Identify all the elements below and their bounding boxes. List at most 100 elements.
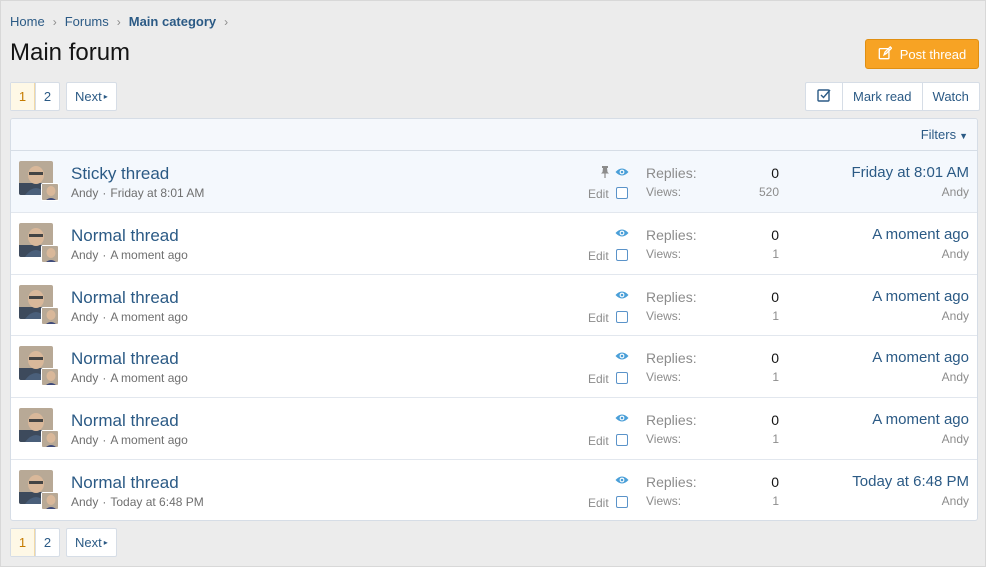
- page-2-link[interactable]: 2: [35, 83, 59, 110]
- thread-row: Normal thread Andy · A moment ago Edit Rep…: [11, 336, 977, 399]
- breadcrumb-home[interactable]: Home: [10, 14, 45, 29]
- breadcrumb-main-category[interactable]: Main category: [129, 14, 216, 29]
- last-post-date[interactable]: Friday at 8:01 AM: [851, 164, 969, 181]
- select-checkbox[interactable]: [616, 372, 628, 385]
- thread-author[interactable]: Andy: [71, 495, 98, 509]
- check-square-icon: [817, 88, 831, 105]
- thread-author[interactable]: Andy: [71, 186, 98, 200]
- page-title: Main forum: [10, 39, 131, 66]
- edit-link[interactable]: Edit: [588, 187, 609, 201]
- chevron-right-icon: ›: [224, 14, 229, 29]
- edit-link[interactable]: Edit: [588, 434, 609, 448]
- edit-link[interactable]: Edit: [588, 311, 609, 325]
- post-thread-label: Post thread: [899, 46, 967, 62]
- page-1-link[interactable]: 1: [11, 529, 35, 556]
- mark-read-button[interactable]: Mark read: [842, 83, 922, 110]
- avatar[interactable]: [19, 408, 59, 449]
- thread-title[interactable]: Normal thread: [71, 349, 179, 369]
- last-post-user[interactable]: Andy: [942, 370, 969, 384]
- edit-link[interactable]: Edit: [588, 249, 609, 263]
- last-post-user[interactable]: Andy: [942, 432, 969, 446]
- thread-start-date[interactable]: A moment ago: [110, 371, 187, 385]
- thread-meta: Andy · Today at 6:48 PM: [71, 495, 204, 509]
- replies-count: 0: [771, 350, 779, 367]
- thread-meta: Andy · Friday at 8:01 AM: [71, 186, 204, 200]
- views-count: 1: [772, 308, 779, 323]
- filters-label: Filters: [920, 127, 957, 142]
- breadcrumb-forums[interactable]: Forums: [65, 14, 109, 29]
- separator-dot: ·: [102, 186, 107, 200]
- last-poster-avatar: [41, 244, 59, 263]
- last-post-user[interactable]: Andy: [942, 494, 969, 508]
- last-post-user[interactable]: Andy: [942, 247, 969, 261]
- select-checkbox[interactable]: [616, 248, 628, 261]
- next-page-button[interactable]: Next ▸: [66, 82, 117, 111]
- eye-icon: [615, 167, 629, 177]
- thread-start-date[interactable]: Friday at 8:01 AM: [110, 186, 204, 200]
- filters-dropdown[interactable]: Filters ▼: [921, 127, 968, 142]
- thread-start-date[interactable]: A moment ago: [110, 248, 187, 262]
- avatar[interactable]: [19, 222, 59, 263]
- page-2-link[interactable]: 2: [35, 529, 59, 556]
- pin-icon: [600, 166, 610, 178]
- thread-status-icons: [615, 413, 629, 423]
- next-page-button[interactable]: Next ▸: [66, 528, 117, 557]
- separator-dot: ·: [102, 494, 107, 509]
- edit-link[interactable]: Edit: [588, 496, 609, 510]
- thread-author[interactable]: Andy: [71, 248, 98, 262]
- thread-author[interactable]: Andy: [71, 371, 98, 385]
- thread-row: Normal thread Andy · Today at 6:48 PM Edit…: [11, 460, 977, 520]
- last-post-date[interactable]: A moment ago: [872, 411, 969, 428]
- thread-meta: Andy · A moment ago: [71, 433, 188, 447]
- views-label: Views:: [646, 432, 682, 447]
- last-poster-avatar: [41, 306, 59, 325]
- select-checkbox[interactable]: [616, 495, 628, 508]
- replies-label: Replies:: [646, 412, 697, 429]
- page-1-link[interactable]: 1: [11, 83, 35, 110]
- avatar[interactable]: [19, 346, 59, 387]
- last-post-date[interactable]: A moment ago: [872, 288, 969, 305]
- last-poster-avatar: [41, 368, 59, 387]
- replies-label: Replies:: [646, 226, 697, 243]
- thread-title[interactable]: Normal thread: [71, 226, 179, 246]
- views-label: Views:: [646, 308, 682, 323]
- thread-row: Normal thread Andy · A moment ago Edit Rep…: [11, 398, 977, 460]
- thread-row: Sticky thread Andy · Friday at 8:01 AM Edi…: [11, 151, 977, 213]
- thread-title[interactable]: Normal thread: [71, 411, 179, 431]
- last-post-user[interactable]: Andy: [942, 185, 969, 199]
- avatar[interactable]: [19, 469, 59, 510]
- last-post-user[interactable]: Andy: [942, 309, 969, 323]
- thread-rows: Sticky thread Andy · Friday at 8:01 AM Edi…: [11, 151, 977, 520]
- eye-icon: [615, 475, 629, 485]
- replies-count: 0: [771, 473, 779, 490]
- select-checkbox[interactable]: [616, 310, 628, 323]
- thread-start-date[interactable]: Today at 6:48 PM: [110, 495, 203, 509]
- avatar[interactable]: [19, 161, 59, 201]
- select-all-button[interactable]: [806, 83, 842, 110]
- thread-start-date[interactable]: A moment ago: [110, 310, 187, 324]
- thread-row: Normal thread Andy · A moment ago Edit Rep…: [11, 275, 977, 337]
- thread-author[interactable]: Andy: [71, 310, 98, 324]
- replies-label: Replies:: [646, 165, 697, 181]
- replies-count: 0: [771, 226, 779, 243]
- last-post-date[interactable]: A moment ago: [872, 349, 969, 366]
- views-count: 1: [772, 493, 779, 508]
- edit-link[interactable]: Edit: [588, 372, 609, 386]
- avatar[interactable]: [19, 284, 59, 325]
- breadcrumb: Home › Forums › Main category ›: [10, 14, 236, 29]
- last-post-date[interactable]: A moment ago: [872, 226, 969, 243]
- select-checkbox[interactable]: [616, 187, 628, 199]
- next-label: Next: [75, 89, 102, 104]
- views-count: 1: [772, 246, 779, 261]
- thread-author[interactable]: Andy: [71, 433, 98, 447]
- last-post-date[interactable]: Today at 6:48 PM: [852, 473, 969, 490]
- thread-title[interactable]: Normal thread: [71, 473, 179, 493]
- thread-title[interactable]: Normal thread: [71, 288, 179, 308]
- thread-title[interactable]: Sticky thread: [71, 164, 169, 184]
- select-checkbox[interactable]: [616, 434, 628, 447]
- watch-button[interactable]: Watch: [921, 83, 979, 110]
- thread-start-date[interactable]: A moment ago: [110, 433, 187, 447]
- separator-dot: ·: [102, 247, 107, 262]
- views-label: Views:: [646, 370, 682, 385]
- post-thread-button[interactable]: Post thread: [865, 39, 979, 69]
